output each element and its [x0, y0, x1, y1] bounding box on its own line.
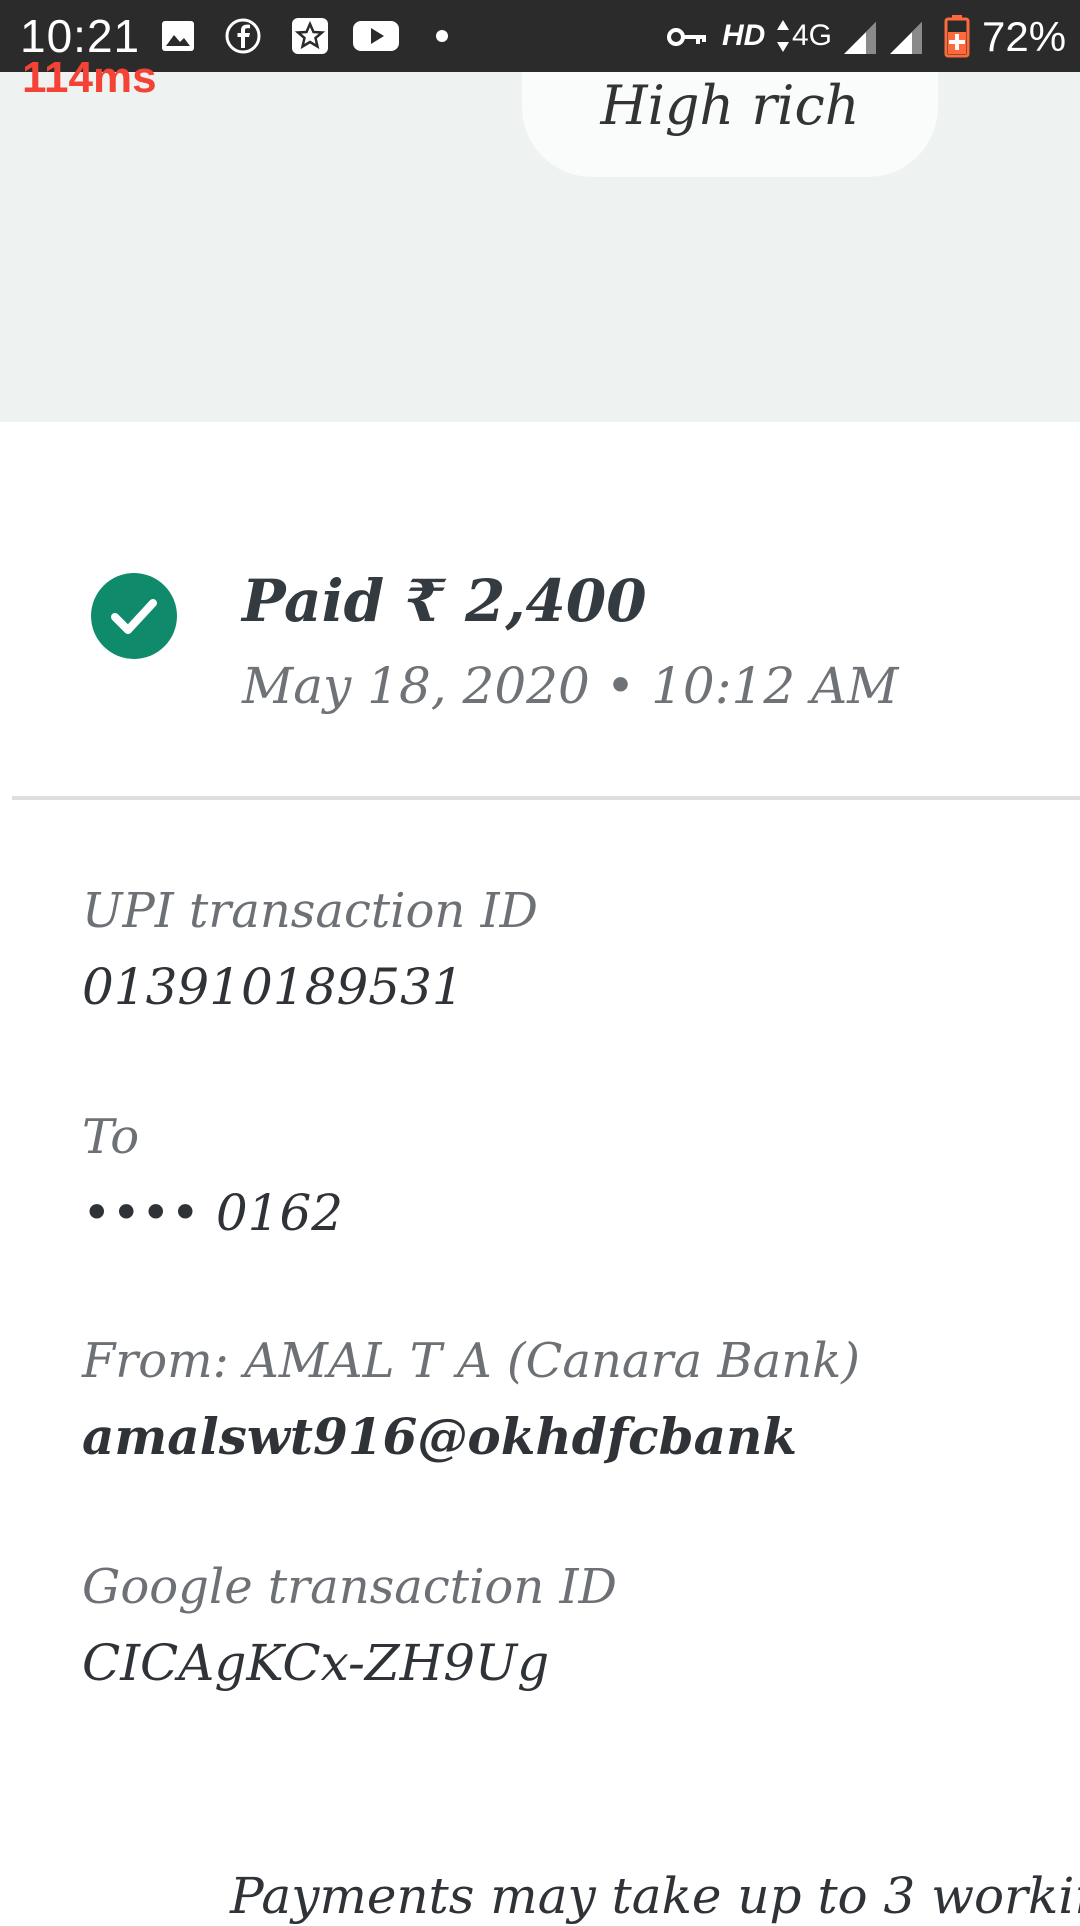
upi-transaction-id: UPI transaction ID 013910189531	[82, 882, 1062, 1018]
detail-label: To	[82, 1109, 140, 1165]
recipient: To •••• 0162	[82, 1108, 1062, 1244]
network-type: 4G	[792, 19, 833, 52]
google-transaction-id: Google transaction ID CICAgKCx-ZH9Ug	[82, 1558, 1062, 1694]
detail-value[interactable]: CICAgKCx-ZH9Ug	[82, 1632, 1062, 1694]
divider	[12, 796, 1080, 800]
payment-datetime: May 18, 2020 • 10:12 AM	[242, 657, 899, 715]
notification-dot	[436, 30, 448, 42]
status-bar: 10:21 HD 4G 72%	[0, 0, 1080, 72]
hd-indicator: HD	[722, 19, 766, 52]
vpn-key-icon	[667, 28, 706, 46]
detail-label: From: AMAL T A (Canara Bank)	[82, 1333, 860, 1389]
detail-value[interactable]: amalswt916@okhdfcbank	[82, 1406, 1062, 1468]
check-circle-icon	[91, 573, 177, 659]
payment-note-text: High rich	[600, 74, 860, 137]
battery-percent: 72%	[982, 13, 1067, 60]
detail-label: Google transaction ID	[82, 1559, 617, 1615]
detail-value[interactable]: •••• 0162	[82, 1182, 1062, 1244]
payment-status: Paid ₹ 2,400 May 18, 2020 • 10:12 AM	[90, 567, 1050, 732]
signal-icon	[890, 22, 922, 54]
sender: From: AMAL T A (Canara Bank) amalswt916@…	[82, 1332, 1062, 1468]
signal-icon	[844, 22, 876, 54]
battery-icon	[944, 15, 970, 58]
data-arrows-icon	[777, 20, 789, 52]
payment-note: High rich	[522, 72, 938, 177]
footer-note: Payments may take up to 3 workin	[230, 1867, 1080, 1925]
youtube-icon	[353, 21, 399, 51]
facebook-icon	[225, 18, 261, 54]
gallery-icon	[162, 21, 194, 51]
payment-header: High rich	[0, 72, 1080, 422]
paid-amount: Paid ₹ 2,400	[242, 567, 647, 635]
detail-value[interactable]: 013910189531	[82, 956, 1062, 1018]
detail-label: UPI transaction ID	[82, 883, 539, 939]
perf-overlay: 114ms	[22, 53, 157, 102]
star-app-icon	[292, 18, 328, 54]
